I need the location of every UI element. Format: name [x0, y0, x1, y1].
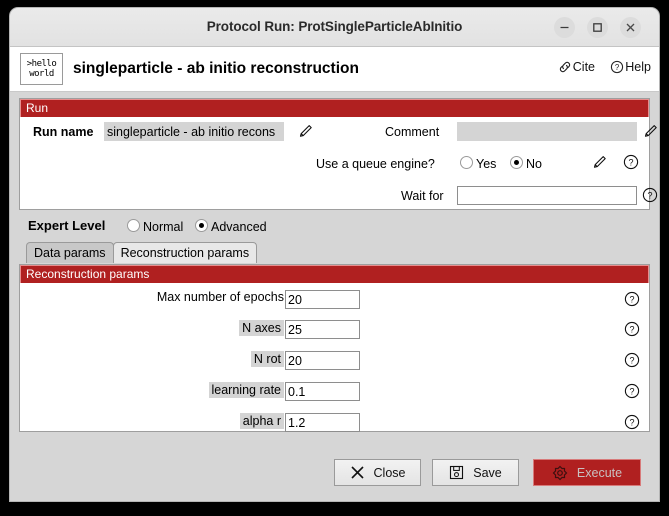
cite-label: Cite — [572, 60, 595, 74]
run-name-edit-pencil-icon[interactable] — [297, 122, 315, 140]
protocol-title: singleparticle - ab initio reconstructio… — [73, 60, 359, 77]
param-label-learning-rate: learning rate — [208, 382, 284, 398]
queue-engine-radio-yes[interactable]: Yes — [460, 156, 496, 171]
wait-for-label: Wait for — [401, 189, 444, 203]
param-label-max-epochs: Max number of epochs — [156, 290, 284, 304]
close-icon — [626, 23, 635, 32]
param-help-icon-learning-rate[interactable]: ? — [624, 383, 640, 399]
run-name-input[interactable] — [104, 122, 284, 141]
title-bar: Protocol Run: ProtSingleParticleAbInitio — [10, 8, 659, 47]
svg-text:?: ? — [629, 325, 634, 335]
param-label-n-rot: N rot — [250, 351, 284, 367]
maximize-icon — [593, 23, 602, 32]
expert-level-radio-advanced[interactable]: Advanced — [195, 219, 267, 234]
execute-button[interactable]: Execute — [533, 459, 641, 486]
floppy-disk-icon — [450, 465, 464, 480]
param-input-learning-rate[interactable] — [285, 382, 360, 401]
queue-engine-yes-label: Yes — [476, 157, 497, 171]
help-button[interactable]: ? Help — [610, 60, 651, 74]
help-circle-icon: ? — [611, 60, 624, 74]
close-x-icon — [350, 466, 364, 479]
help-label: Help — [625, 60, 651, 74]
wait-for-help-icon[interactable]: ? — [642, 187, 658, 203]
radio-indicator-advanced — [195, 219, 208, 232]
logo-line-1: >hello — [26, 59, 57, 69]
link-icon — [559, 61, 570, 73]
param-help-icon-n-axes[interactable]: ? — [624, 321, 640, 337]
params-tabs: Data params Reconstruction params — [26, 242, 258, 263]
param-row-n-rot: N rot ? — [20, 351, 649, 374]
plugin-logo: >hello world — [20, 53, 63, 85]
logo-line-2: world — [29, 69, 54, 79]
radio-indicator-no — [510, 156, 523, 169]
comment-input[interactable] — [457, 122, 637, 141]
expert-level-label: Expert Level — [28, 218, 106, 233]
expert-normal-label: Normal — [143, 220, 184, 234]
param-help-icon-max-epochs[interactable]: ? — [624, 291, 640, 307]
svg-text:?: ? — [628, 158, 633, 168]
comment-edit-pencil-icon[interactable] — [642, 122, 659, 140]
radio-indicator-yes — [460, 156, 473, 169]
svg-text:?: ? — [647, 191, 652, 201]
param-label-alpha-r: alpha r — [239, 413, 284, 429]
gear-execute-icon — [552, 465, 568, 480]
param-help-icon-n-rot[interactable]: ? — [624, 352, 640, 368]
protocol-header: >hello world singleparticle - ab initio … — [10, 47, 659, 92]
reconstruction-params-section: Reconstruction params Max number of epoc… — [19, 264, 650, 432]
run-name-label: Run name — [33, 125, 94, 139]
queue-engine-radio-no[interactable]: No — [510, 156, 542, 171]
params-section-header: Reconstruction params — [20, 265, 649, 283]
execute-button-label: Execute — [576, 465, 623, 480]
param-input-alpha-r[interactable] — [285, 413, 360, 432]
svg-text:?: ? — [615, 63, 620, 72]
close-button-label: Close — [373, 465, 406, 480]
maximize-button[interactable] — [587, 17, 608, 38]
close-button[interactable]: Close — [334, 459, 421, 486]
queue-engine-help-icon[interactable]: ? — [623, 154, 639, 170]
minimize-button[interactable] — [554, 17, 575, 38]
expert-level-radio-normal[interactable]: Normal — [127, 219, 183, 234]
queue-engine-label: Use a queue engine? — [316, 157, 435, 171]
svg-text:?: ? — [629, 418, 634, 428]
param-row-alpha-r: alpha r ? — [20, 413, 649, 436]
footer-buttons: Close Save Execute — [10, 448, 659, 501]
svg-text:?: ? — [629, 295, 634, 305]
svg-text:?: ? — [629, 387, 634, 397]
param-input-n-rot[interactable] — [285, 351, 360, 370]
svg-text:?: ? — [629, 356, 634, 366]
param-help-icon-alpha-r[interactable]: ? — [624, 414, 640, 430]
param-input-max-epochs[interactable] — [285, 290, 360, 309]
minimize-icon — [560, 26, 569, 29]
param-label-n-axes: N axes — [239, 320, 284, 336]
param-row-learning-rate: learning rate ? — [20, 382, 649, 405]
cite-button[interactable]: Cite — [558, 60, 595, 74]
comment-label: Comment — [385, 125, 440, 139]
protocol-run-window: Protocol Run: ProtSingleParticleAbInitio… — [10, 8, 659, 501]
expert-advanced-label: Advanced — [211, 220, 267, 234]
tab-data-params[interactable]: Data params — [26, 242, 114, 263]
save-button[interactable]: Save — [432, 459, 519, 486]
run-section: Run Run name Comment Use a queue engine?… — [19, 98, 658, 210]
param-row-max-epochs: Max number of epochs ? — [20, 290, 649, 313]
queue-engine-edit-pencil-icon[interactable] — [591, 153, 609, 171]
wait-for-input[interactable] — [457, 186, 637, 205]
save-button-label: Save — [473, 465, 502, 480]
radio-indicator-normal — [127, 219, 140, 232]
protocol-body: Run Run name Comment Use a queue engine?… — [10, 92, 659, 468]
run-section-header: Run — [20, 99, 649, 117]
close-window-button[interactable] — [620, 17, 641, 38]
param-input-n-axes[interactable] — [285, 320, 360, 339]
queue-engine-no-label: No — [526, 157, 542, 171]
param-row-n-axes: N axes ? — [20, 320, 649, 343]
tab-reconstruction-params[interactable]: Reconstruction params — [112, 242, 258, 263]
